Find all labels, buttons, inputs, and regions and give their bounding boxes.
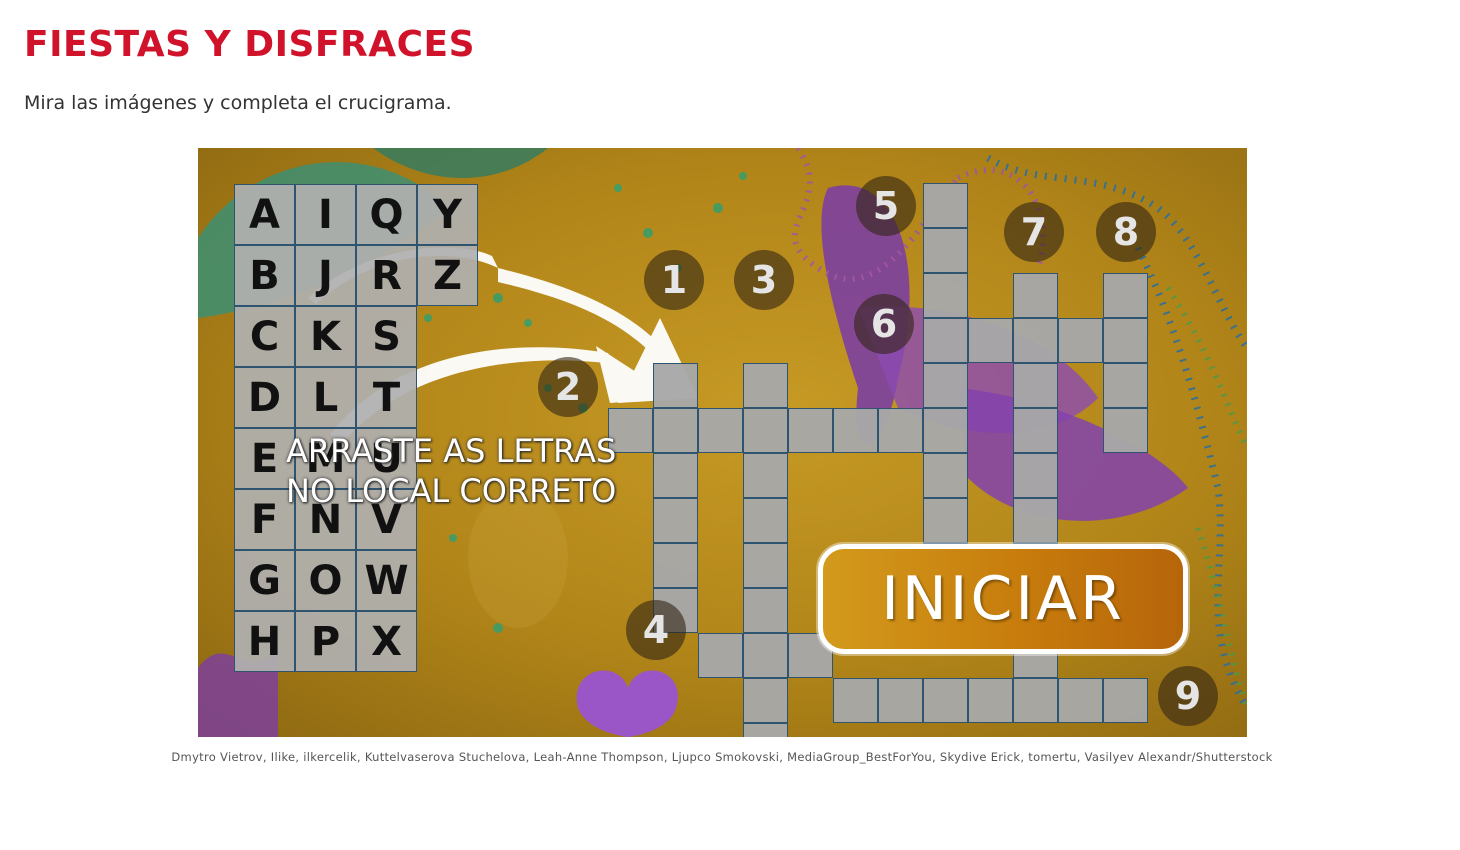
crossword-cell[interactable] xyxy=(743,678,788,723)
crossword-cell[interactable] xyxy=(923,183,968,228)
crossword-cell[interactable] xyxy=(1103,678,1148,723)
letter-tile[interactable]: X xyxy=(356,611,417,672)
crossword-cell[interactable] xyxy=(743,453,788,498)
crossword-cell[interactable] xyxy=(653,453,698,498)
crossword-cell[interactable] xyxy=(923,678,968,723)
letter-tile[interactable]: G xyxy=(234,550,295,611)
crossword-cell[interactable] xyxy=(1013,453,1058,498)
letter-tile[interactable]: P xyxy=(295,611,356,672)
letter-tile[interactable]: I xyxy=(295,184,356,245)
crossword-cell[interactable] xyxy=(698,408,743,453)
letter-tile[interactable]: K xyxy=(295,306,356,367)
letter-tile[interactable]: Y xyxy=(417,184,478,245)
clue-number-6: 6 xyxy=(854,294,914,354)
instruction-text: Mira las imágenes y completa el crucigra… xyxy=(24,92,452,114)
clue-number-5: 5 xyxy=(856,176,916,236)
crossword-cell[interactable] xyxy=(1103,273,1148,318)
crossword-cell[interactable] xyxy=(1058,318,1103,363)
image-credits: Dmytro Vietrov, Ilike, ilkercelik, Kutte… xyxy=(171,750,1273,764)
crossword-cell[interactable] xyxy=(1103,363,1148,408)
letter-tile[interactable]: R xyxy=(356,245,417,306)
crossword-cell[interactable] xyxy=(1103,408,1148,453)
crossword-cell[interactable] xyxy=(743,633,788,678)
crossword-cell[interactable] xyxy=(923,363,968,408)
letter-tile[interactable]: C xyxy=(234,306,295,367)
clue-number-3: 3 xyxy=(734,250,794,310)
crossword-cell[interactable] xyxy=(1013,498,1058,543)
crossword-cell[interactable] xyxy=(923,498,968,543)
page-title: FIESTAS Y DISFRACES xyxy=(24,24,476,65)
crossword-cell[interactable] xyxy=(923,318,968,363)
letter-tile[interactable]: Q xyxy=(356,184,417,245)
letter-tile[interactable]: L xyxy=(295,367,356,428)
letter-tile[interactable]: S xyxy=(356,306,417,367)
crossword-cell[interactable] xyxy=(923,408,968,453)
crossword-cell[interactable] xyxy=(1013,363,1058,408)
letter-tile[interactable]: W xyxy=(356,550,417,611)
crossword-cell[interactable] xyxy=(1013,408,1058,453)
crossword-cell[interactable] xyxy=(743,543,788,588)
crossword-cell[interactable] xyxy=(653,543,698,588)
crossword-cell[interactable] xyxy=(653,408,698,453)
clue-number-2: 2 xyxy=(538,357,598,417)
letter-tile[interactable]: J xyxy=(295,245,356,306)
crossword-cell[interactable] xyxy=(1013,678,1058,723)
crossword-cell[interactable] xyxy=(968,318,1013,363)
letter-tile[interactable]: D xyxy=(234,367,295,428)
letter-tile[interactable]: T xyxy=(356,367,417,428)
crossword-cell[interactable] xyxy=(698,633,743,678)
crossword-cell[interactable] xyxy=(788,408,833,453)
clue-number-8: 8 xyxy=(1096,202,1156,262)
crossword-cell[interactable] xyxy=(923,273,968,318)
crossword-cell[interactable] xyxy=(743,723,788,737)
crossword-cell[interactable] xyxy=(743,363,788,408)
crossword-cell[interactable] xyxy=(743,498,788,543)
crossword-cell[interactable] xyxy=(923,453,968,498)
start-button[interactable]: INICIAR xyxy=(818,544,1188,654)
letter-bank: A I Q Y B J R Z C K S D L T E M U F N V … xyxy=(234,184,478,672)
crossword-game: A I Q Y B J R Z C K S D L T E M U F N V … xyxy=(198,148,1247,737)
letter-tile[interactable]: O xyxy=(295,550,356,611)
crossword-cell[interactable] xyxy=(878,678,923,723)
crossword-cell[interactable] xyxy=(743,408,788,453)
crossword-cell[interactable] xyxy=(1058,678,1103,723)
crossword-cell[interactable] xyxy=(653,363,698,408)
letter-tile[interactable]: A xyxy=(234,184,295,245)
clue-number-9: 9 xyxy=(1158,666,1218,726)
clue-number-7: 7 xyxy=(1004,202,1064,262)
letter-tile[interactable]: H xyxy=(234,611,295,672)
crossword-cell[interactable] xyxy=(833,678,878,723)
drag-hint-text: ARRASTE AS LETRAS NO LOCAL CORRETO xyxy=(286,432,617,510)
crossword-cell[interactable] xyxy=(1103,318,1148,363)
crossword-cell[interactable] xyxy=(878,408,923,453)
letter-tile[interactable]: Z xyxy=(417,245,478,306)
clue-number-1: 1 xyxy=(644,250,704,310)
letter-tile[interactable]: B xyxy=(234,245,295,306)
crossword-cell[interactable] xyxy=(923,228,968,273)
crossword-cell[interactable] xyxy=(1013,318,1058,363)
crossword-cell[interactable] xyxy=(743,588,788,633)
crossword-cell[interactable] xyxy=(1013,273,1058,318)
crossword-cell[interactable] xyxy=(833,408,878,453)
crossword-cell[interactable] xyxy=(653,498,698,543)
crossword-cell[interactable] xyxy=(968,678,1013,723)
clue-number-4: 4 xyxy=(626,600,686,660)
